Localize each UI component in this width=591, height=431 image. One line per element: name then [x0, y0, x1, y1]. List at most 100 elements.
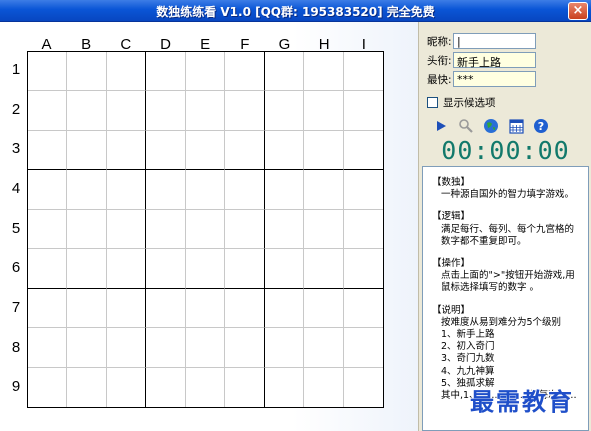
grid-cell[interactable]: [343, 367, 383, 407]
grid-cell[interactable]: [264, 170, 305, 210]
grid-cell[interactable]: [225, 52, 265, 92]
grid-cell[interactable]: [67, 170, 107, 210]
grid-cell[interactable]: [185, 52, 226, 92]
grid-cell[interactable]: [185, 328, 226, 368]
grid-cell[interactable]: [146, 170, 186, 210]
grid-cell[interactable]: [146, 249, 186, 289]
grid-cell[interactable]: [264, 91, 305, 131]
grid-cell[interactable]: [106, 328, 147, 368]
grid-cell[interactable]: [264, 328, 305, 368]
close-button[interactable]: ×: [568, 2, 588, 20]
show-candidates-checkbox[interactable]: 显示候选项: [427, 95, 496, 110]
grid-cell[interactable]: [264, 130, 305, 171]
row-label: 6: [11, 259, 21, 277]
grid-cell[interactable]: [106, 288, 147, 329]
grid-cell[interactable]: [225, 249, 265, 289]
grid-cell[interactable]: [28, 328, 68, 368]
grid-cell[interactable]: [225, 328, 265, 368]
grid-cell[interactable]: [67, 52, 107, 92]
grid-cell[interactable]: [304, 130, 344, 171]
grid-cell[interactable]: [28, 170, 68, 210]
grid-cell[interactable]: [264, 249, 305, 289]
grid-cell[interactable]: [343, 91, 383, 131]
window-title: 数独练练看 V1.0 [QQ群: 195383520] 完全免费: [156, 5, 435, 19]
grid-cell[interactable]: [304, 288, 344, 329]
help-body-sudoku: 一种源自国外的智力填字游戏。: [441, 189, 575, 201]
grid-cell[interactable]: [343, 130, 383, 171]
grid-cell[interactable]: [304, 249, 344, 289]
grid-cell[interactable]: [28, 209, 68, 250]
grid-cell[interactable]: [28, 130, 68, 171]
grid-cell[interactable]: [146, 91, 186, 131]
grid-cell[interactable]: [67, 209, 107, 250]
grid-cell[interactable]: [67, 328, 107, 368]
grid-cell[interactable]: [304, 170, 344, 210]
grid-cell[interactable]: [185, 91, 226, 131]
checkbox-box[interactable]: [427, 97, 438, 108]
help-heading-sudoku: 【数独】: [432, 177, 471, 188]
grid-cell[interactable]: [264, 367, 305, 407]
grid-cell[interactable]: [185, 209, 226, 250]
grid-cell[interactable]: [146, 130, 186, 171]
grid-cell[interactable]: [28, 288, 68, 329]
grid-cell[interactable]: [185, 367, 226, 407]
grid-cell[interactable]: [225, 209, 265, 250]
grid-cell[interactable]: [28, 249, 68, 289]
grid-cell[interactable]: [304, 209, 344, 250]
grid-cell[interactable]: [67, 367, 107, 407]
show-candidates-label: 显示候选项: [443, 97, 496, 109]
grid-cell[interactable]: [146, 209, 186, 250]
grid-cell[interactable]: [304, 52, 344, 92]
grid-cell[interactable]: [264, 209, 305, 250]
grid-cell[interactable]: [67, 249, 107, 289]
grid-cell[interactable]: [146, 328, 186, 368]
title-bar[interactable]: 数独练练看 V1.0 [QQ群: 195383520] 完全免费 ×: [0, 0, 591, 22]
grid-cell[interactable]: [343, 328, 383, 368]
grid-cell[interactable]: [225, 170, 265, 210]
grid-cell[interactable]: [264, 52, 305, 92]
grid-cell[interactable]: [185, 249, 226, 289]
grid-cell[interactable]: [67, 91, 107, 131]
grid-cell[interactable]: [343, 170, 383, 210]
grid-cell[interactable]: [225, 288, 265, 329]
help-body-operation: 点击上面的">"按钮开始游戏,用 鼠标选择填写的数字 。: [441, 270, 575, 294]
grid-cell[interactable]: [343, 209, 383, 250]
grid-cell[interactable]: [106, 209, 147, 250]
grid-cell[interactable]: [106, 249, 147, 289]
row-label: 2: [11, 100, 21, 118]
grid-cell[interactable]: [106, 91, 147, 131]
calendar-icon[interactable]: [508, 118, 524, 134]
nickname-input[interactable]: |: [453, 33, 536, 49]
grid-cell[interactable]: [106, 52, 147, 92]
grid-cell[interactable]: [185, 288, 226, 329]
grid-cell[interactable]: [106, 367, 147, 407]
grid-cell[interactable]: [106, 130, 147, 171]
magnifier-icon[interactable]: [458, 118, 474, 134]
row-label: 5: [11, 219, 21, 237]
grid-cell[interactable]: [343, 288, 383, 329]
grid-cell[interactable]: [28, 52, 68, 92]
grid-cell[interactable]: [146, 52, 186, 92]
help-icon[interactable]: ?: [533, 118, 549, 134]
grid-cell[interactable]: [185, 170, 226, 210]
row-label: 7: [11, 298, 21, 316]
grid-cell[interactable]: [67, 288, 107, 329]
grid-cell[interactable]: [264, 288, 305, 329]
globe-icon[interactable]: [483, 118, 499, 134]
grid-cell[interactable]: [146, 367, 186, 407]
play-icon[interactable]: [433, 118, 449, 134]
grid-cell[interactable]: [304, 367, 344, 407]
grid-cell[interactable]: [225, 130, 265, 171]
grid-cell[interactable]: [67, 130, 107, 171]
grid-cell[interactable]: [343, 249, 383, 289]
grid-cell[interactable]: [28, 91, 68, 131]
grid-cell[interactable]: [343, 52, 383, 92]
grid-cell[interactable]: [304, 91, 344, 131]
grid-cell[interactable]: [106, 170, 147, 210]
grid-cell[interactable]: [304, 328, 344, 368]
grid-cell[interactable]: [225, 91, 265, 131]
grid-cell[interactable]: [28, 367, 68, 407]
grid-cell[interactable]: [225, 367, 265, 407]
grid-cell[interactable]: [185, 130, 226, 171]
grid-cell[interactable]: [146, 288, 186, 329]
